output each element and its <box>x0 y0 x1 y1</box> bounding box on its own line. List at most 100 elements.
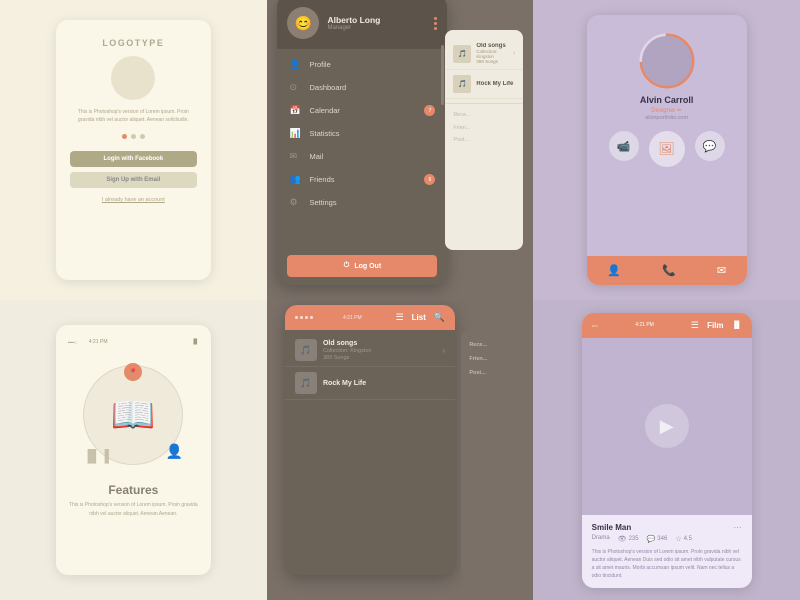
video-meta-row: Drama 👁 235 💬 346 ☆ 4.5 <box>592 535 742 543</box>
profile-website: alvinportfolio.com <box>645 115 688 121</box>
facebook-login-button[interactable]: Login with Facebook <box>70 151 197 167</box>
features-body-text: This is Photoshop's version of Lorem ips… <box>68 501 199 518</box>
features-status-bar: ••••○ 4:21 PM ▐▌ <box>68 339 199 345</box>
settings-icon: ⚙ <box>289 197 301 208</box>
video-time-label: 4:21 PM <box>635 322 654 328</box>
play-button[interactable]: ▶ <box>645 404 689 448</box>
list-count-old: 389 Songs <box>323 355 436 361</box>
friends-icon: 👥 <box>289 174 301 185</box>
video-menu-icon[interactable]: ☰ <box>691 320 699 331</box>
features-battery: ▐▌ <box>192 339 199 345</box>
calendar-label: Calendar <box>309 106 339 115</box>
song-row-old[interactable]: 🎵 Old songs Collection: Kingston 389 Son… <box>445 38 523 70</box>
tab-phone-icon[interactable]: 📞 <box>662 264 676 277</box>
statistics-icon: 📊 <box>289 128 301 139</box>
video-info-panel: Smile Man ··· Drama 👁 235 💬 346 ☆ 4.5 Th… <box>582 515 752 588</box>
top-middle-cell: 😊 Alberto Long Manager 👤 Profile ⊙ Dashb… <box>267 0 534 300</box>
search-icon[interactable]: 🔍 <box>434 312 445 323</box>
status-dots: ••••○ <box>68 340 77 345</box>
video-genre: Drama <box>592 535 610 543</box>
song-thumb-rock: 🎵 <box>453 75 471 93</box>
dashboard-icon: ⊙ <box>289 82 301 93</box>
dot <box>434 17 437 20</box>
dot-3 <box>140 134 145 139</box>
views-icon: 👁 <box>618 535 627 543</box>
video-views-stat: 👁 235 <box>618 535 639 543</box>
video-movie-title: Smile Man <box>592 523 734 532</box>
video-battery-indicator: ▐▌ <box>732 322 742 329</box>
menu-item-dashboard[interactable]: ⊙ Dashboard <box>277 76 447 99</box>
menu-item-statistics[interactable]: 📊 Statistics <box>277 122 447 145</box>
location-pin: 📍 <box>124 363 142 381</box>
list-thumb-rock: 🎵 <box>295 372 317 394</box>
menu-item-profile[interactable]: 👤 Profile <box>277 53 447 76</box>
status-dot <box>295 316 298 319</box>
star-icon: ☆ <box>675 535 681 543</box>
avatar-icon: 😊 <box>295 15 312 32</box>
video-more-button[interactable]: ··· <box>734 523 742 532</box>
song-title-rock: Rock My Life <box>476 81 515 87</box>
list-title-rock: Rock My Life <box>323 380 445 387</box>
login-body-text: This is Photoshop's version of Lorem ips… <box>70 108 197 124</box>
menu-item-friends[interactable]: 👥 Friends 6 <box>277 168 447 191</box>
features-title: Features <box>108 483 158 497</box>
menu-user-role: Manager <box>327 25 380 31</box>
menu-more-dots[interactable] <box>434 17 437 30</box>
video-status-dots: •••○ <box>592 323 599 328</box>
status-dot <box>300 316 303 319</box>
list-info-rock: Rock My Life <box>323 380 445 387</box>
video-header: •••○ 4:21 PM ☰ Film ▐▌ <box>582 313 752 338</box>
hamburger-icon[interactable]: ☰ <box>396 312 404 323</box>
song-row-rock[interactable]: 🎵 Rock My Life <box>445 70 523 99</box>
bottom-middle-cell: 4:21 PM ☰ List 🔍 🎵 Old songs Collection:… <box>267 300 534 600</box>
list-arrow-old: › <box>442 346 445 355</box>
dot-2 <box>131 134 136 139</box>
email-signup-button[interactable]: Sign Up with Email <box>70 172 197 188</box>
dashboard-label: Dashboard <box>309 83 346 92</box>
list-title-old: Old songs <box>323 340 436 347</box>
dot <box>434 27 437 30</box>
menu-items-list: 👤 Profile ⊙ Dashboard 📅 Calendar 7 📊 Sta… <box>277 49 447 247</box>
song-list-partial: 🎵 Old songs Collection: Kingston 389 Son… <box>445 30 523 250</box>
menu-user-name: Alberto Long <box>327 15 380 25</box>
profile-screen: Alvin Carroll Designer ✏ alvinportfolio.… <box>587 15 747 285</box>
list-item-old-songs[interactable]: 🎵 Old songs Collection: Kingston 389 Son… <box>285 334 455 367</box>
list-header: 4:21 PM ☰ List 🔍 <box>285 305 455 330</box>
logo-text: LOGOTYPE <box>102 38 164 48</box>
menu-item-settings[interactable]: ⚙ Settings <box>277 191 447 214</box>
friends-badge: 6 <box>424 174 435 185</box>
message-button[interactable]: 💬 <box>695 131 725 161</box>
features-time: 4:21 PM <box>89 339 108 345</box>
section-recent: Rece... <box>445 103 523 122</box>
tab-mail-icon[interactable]: ✉ <box>717 264 726 277</box>
menu-item-calendar[interactable]: 📅 Calendar 7 <box>277 99 447 122</box>
calendar-badge: 7 <box>424 105 435 116</box>
list-status-dots <box>295 316 313 319</box>
list-item-rock[interactable]: 🎵 Rock My Life <box>285 367 455 400</box>
list-thumb-old: 🎵 <box>295 339 317 361</box>
bottom-left-cell: ••••○ 4:21 PM ▐▌ 📖 📍 👤 ▐▌▐ Features This… <box>0 300 267 600</box>
song-sub-old: Collection: Kingston <box>476 49 508 59</box>
profile-avatar-ring <box>639 33 695 89</box>
profile-avatar <box>642 36 692 86</box>
comments-icon: 💬 <box>647 535 656 543</box>
status-dot <box>305 316 308 319</box>
login-screen: LOGOTYPE This is Photoshop's version of … <box>56 20 211 280</box>
dot <box>434 22 437 25</box>
logout-button[interactable]: ⏻ Log Out <box>287 255 437 277</box>
tab-person-icon[interactable]: 👤 <box>607 264 621 277</box>
bars-icon: ▐▌▐ <box>83 449 109 463</box>
menu-avatar: 😊 <box>287 7 319 39</box>
statistics-label: Statistics <box>309 129 339 138</box>
song-arrow-old: › <box>513 50 515 57</box>
pin-circle: 📍 <box>124 363 142 381</box>
menu-item-mail[interactable]: ✉ Mail <box>277 145 447 168</box>
video-header-title: Film <box>699 321 732 330</box>
calendar-icon: 📅 <box>289 105 301 116</box>
partial-right-panel: Rece... Frien... Post... <box>461 330 523 580</box>
video-call-button[interactable]: 📹 <box>609 131 639 161</box>
existing-account-link[interactable]: I already have an account <box>102 197 165 203</box>
menu-screen: 😊 Alberto Long Manager 👤 Profile ⊙ Dashb… <box>277 0 447 285</box>
gallery-button[interactable]: 🖼 <box>649 131 685 167</box>
video-rating-stat: ☆ 4.5 <box>675 535 692 543</box>
